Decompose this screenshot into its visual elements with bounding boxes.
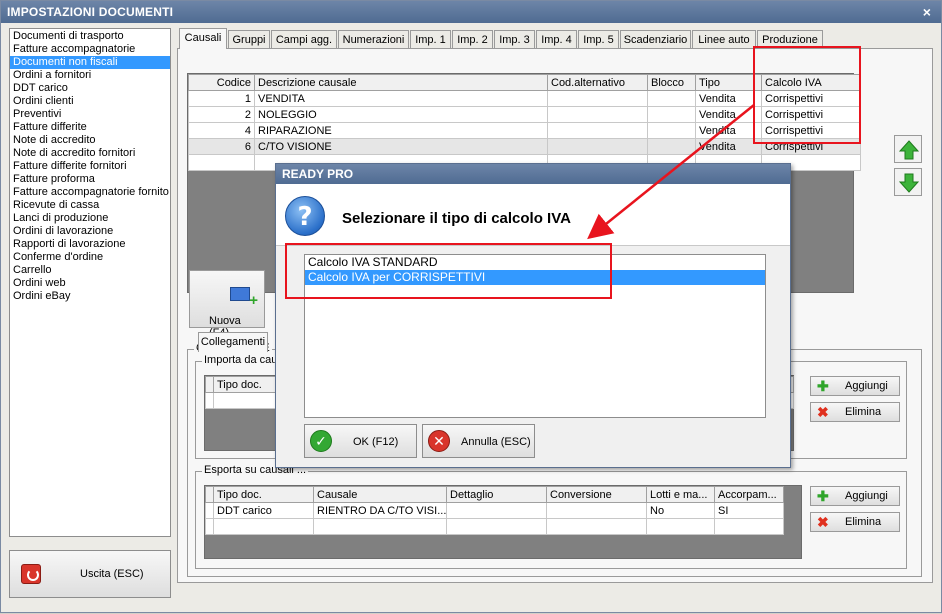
settings-window: IMPOSTAZIONI DOCUMENTI × Documenti di tr… [0, 0, 942, 613]
annotation-arrow [587, 104, 755, 240]
